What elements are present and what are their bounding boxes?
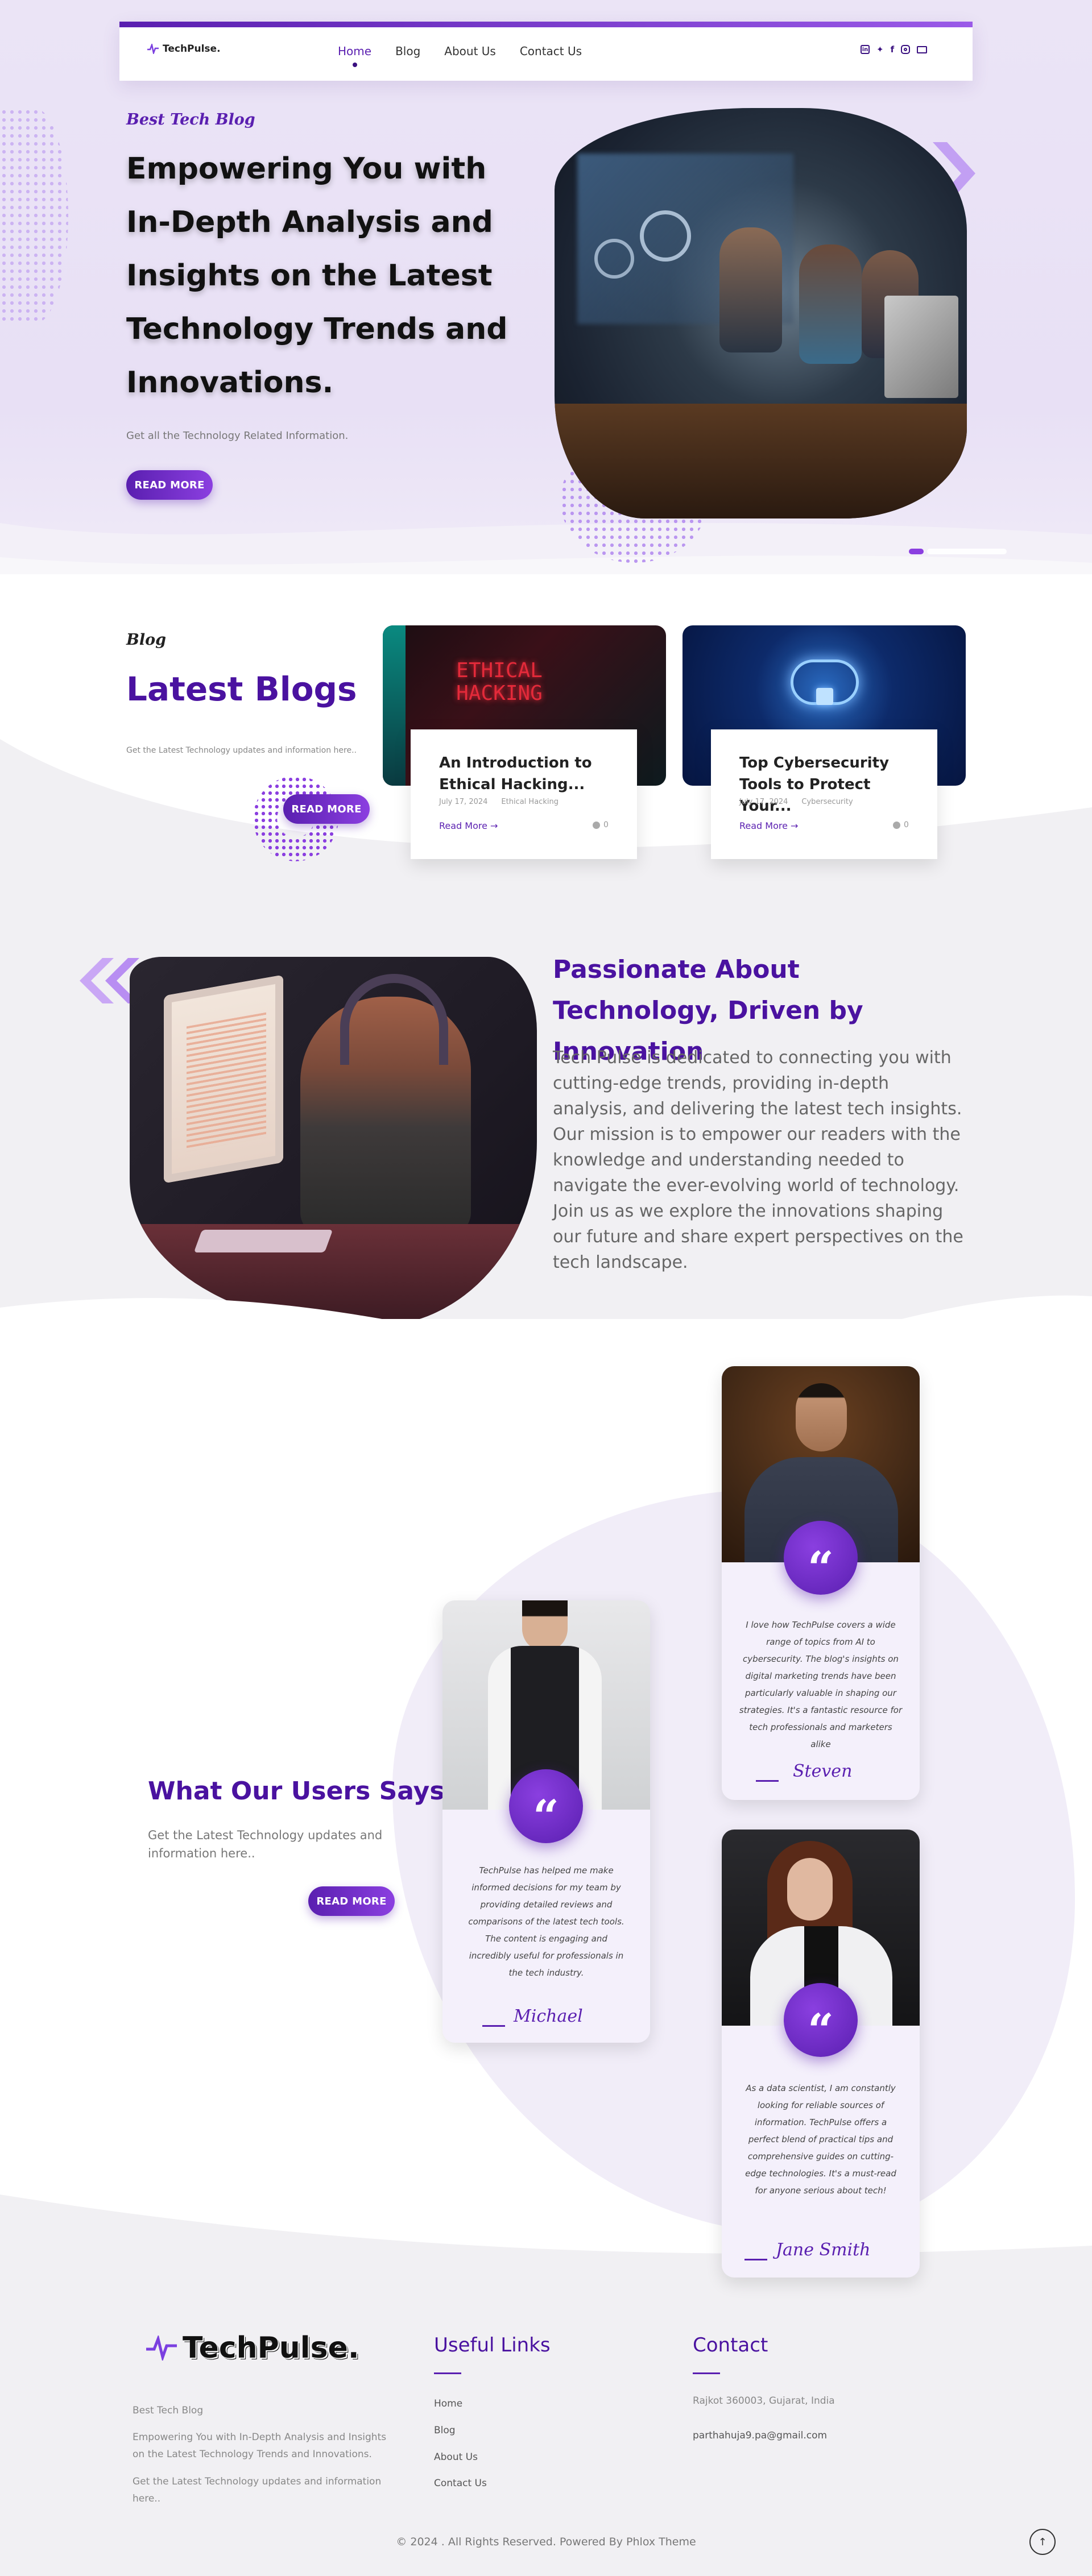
- linkedin-icon[interactable]: in: [861, 45, 870, 54]
- footer-link-contact-us[interactable]: Contact Us: [434, 2478, 487, 2489]
- instagram-icon[interactable]: [901, 45, 911, 54]
- jane-face: [787, 1858, 833, 1920]
- footer-email[interactable]: parthahuja9.pa@gmail.com: [693, 2430, 827, 2441]
- footer-link-about-us[interactable]: About Us: [434, 2451, 478, 2463]
- hero-read-more-button[interactable]: READ MORE: [126, 470, 213, 500]
- logo-pulse-icon: [147, 44, 159, 54]
- hero-image-person-1: [719, 227, 782, 352]
- testimonial-steven-name: Steven: [793, 1761, 853, 1781]
- blog-post-1-category[interactable]: Ethical Hacking: [501, 798, 559, 806]
- testimonials-subtext: Get the Latest Technology updates and in…: [148, 1828, 383, 1860]
- hero-image-desk: [555, 404, 967, 518]
- site-header: TechPulse. Home Blog About Us Contact Us…: [119, 22, 973, 81]
- blog-post-2-comments[interactable]: 0: [893, 820, 909, 829]
- hero-image-circle-2: [594, 239, 634, 279]
- testimonial-jane-smith-text: As a data scientist, I am constantly loo…: [745, 2083, 896, 2196]
- testimonials-read-more-button[interactable]: READ MORE: [308, 1886, 395, 1916]
- testimonials-bottom-wave: [0, 2195, 1092, 2308]
- hero-image: [555, 108, 967, 518]
- blog-post-1-comments[interactable]: 0: [593, 820, 609, 829]
- blog-post-2-read-more[interactable]: Read More →: [739, 820, 798, 831]
- about-body: Tech Pulse is dedicated to connecting yo…: [553, 1048, 963, 1272]
- footer-link-home[interactable]: Home: [434, 2398, 462, 2409]
- about-illustration-code: [187, 1012, 266, 1152]
- about-illustration-keyboard: [193, 1230, 333, 1252]
- blog-post-1-title[interactable]: An Introduction to Ethical Hacking...: [439, 752, 610, 795]
- logo-text: TechPulse.: [163, 43, 221, 55]
- footer-useful-links-title: Useful Links: [434, 2334, 551, 2357]
- hero-image-person-2: [799, 244, 862, 364]
- footer-logo-text: TechPulse.: [183, 2331, 359, 2365]
- testimonial-michael-quote-icon: “: [509, 1769, 583, 1843]
- testimonial-jane-smith-line: [744, 2259, 767, 2260]
- lock-body: [816, 688, 833, 705]
- main-nav: Home Blog About Us Contact Us: [338, 44, 582, 67]
- testimonial-steven-text: I love how TechPulse covers a wide range…: [739, 1620, 903, 1749]
- blog-read-more-button[interactable]: READ MORE: [283, 794, 370, 824]
- blog-post-1-comment-count: 0: [603, 820, 609, 829]
- footer-useful-links-underline: [434, 2372, 461, 2374]
- comment-icon: [893, 821, 900, 829]
- hero-image-circle-1: [640, 210, 691, 262]
- twitter-icon[interactable]: ✦: [876, 44, 884, 55]
- email-icon[interactable]: [917, 45, 928, 53]
- steven-head: [796, 1383, 847, 1451]
- header-accent-bar: [119, 22, 973, 27]
- footer-about-line-2: Empowering You with In-Depth Analysis an…: [133, 2432, 387, 2460]
- blog-subtext: Get the Latest Technology updates and in…: [126, 746, 357, 755]
- testimonial-jane-smith-quote-icon: “: [784, 1983, 858, 2057]
- footer-logo[interactable]: TechPulse.: [145, 2331, 359, 2365]
- site-logo[interactable]: TechPulse.: [147, 43, 221, 55]
- testimonial-steven-quote-icon: “: [784, 1521, 858, 1595]
- social-links: in ✦ f: [861, 44, 928, 55]
- footer-copyright: © 2024 . All Rights Reserved. Powered By…: [396, 2536, 696, 2548]
- nav-home[interactable]: Home: [338, 44, 371, 67]
- nav-about-us[interactable]: About Us: [444, 44, 496, 58]
- blog-post-1-image-stripe: [383, 625, 406, 786]
- nav-active-dot: [352, 63, 357, 67]
- testimonial-michael-text: TechPulse has helped me make informed de…: [468, 1865, 624, 1978]
- testimonial-jane-smith-name: Jane Smith: [776, 2240, 871, 2260]
- hero-subtext: Get all the Technology Related Informati…: [126, 430, 349, 442]
- blog-post-2-card[interactable]: Top Cybersecurity Tools to Protect Your.…: [711, 729, 937, 859]
- hero-image-monitor: [884, 296, 958, 398]
- blog-post-1-card[interactable]: An Introduction to Ethical Hacking... Ju…: [411, 729, 637, 859]
- comment-icon: [593, 821, 600, 829]
- footer-about-line-1: Best Tech Blog: [133, 2405, 204, 2416]
- testimonial-steven-line: [756, 1780, 779, 1782]
- nav-contact-us[interactable]: Contact Us: [520, 44, 582, 58]
- footer-address: Rajkot 360003, Gujarat, India: [693, 2395, 835, 2407]
- testimonial-michael-line: [482, 2025, 505, 2027]
- back-to-top-button[interactable]: ↑: [1029, 2529, 1056, 2555]
- hero-slider-track: [927, 549, 1007, 554]
- hero-dot-pattern-left: [0, 108, 68, 324]
- testimonials-title: What Our Users Says: [148, 1777, 445, 1806]
- footer-contact-title: Contact: [693, 2334, 768, 2357]
- hero-slider-dot-active[interactable]: [909, 549, 924, 554]
- blog-post-1-image-text: ETHICAL HACKING: [456, 659, 543, 705]
- nav-blog[interactable]: Blog: [395, 44, 420, 58]
- michael-head: [522, 1600, 568, 1652]
- blog-post-2-meta: July 17, 2024 Cybersecurity: [739, 798, 853, 806]
- blog-post-2-category[interactable]: Cybersecurity: [801, 798, 853, 806]
- blog-post-1-meta: July 17, 2024 Ethical Hacking: [439, 798, 559, 806]
- hero-headline: Empowering You with In-Depth Analysis an…: [126, 152, 508, 400]
- facebook-icon[interactable]: f: [891, 44, 895, 55]
- blog-post-1-read-more[interactable]: Read More →: [439, 820, 498, 831]
- footer-contact-underline: [693, 2372, 720, 2374]
- about-illustration-headphones: [340, 974, 448, 1065]
- blog-post-2-comment-count: 0: [904, 820, 909, 829]
- blog-post-2-date: July 17, 2024: [739, 798, 788, 806]
- footer-about-line-3: Get the Latest Technology updates and in…: [133, 2476, 382, 2504]
- testimonials-top-wave: [0, 1295, 1092, 1376]
- hero-kicker: Best Tech Blog: [126, 111, 255, 128]
- blog-post-1-date: July 17, 2024: [439, 798, 488, 806]
- footer-link-blog[interactable]: Blog: [434, 2425, 456, 2436]
- blog-title: Latest Blogs: [126, 670, 357, 708]
- footer-logo-pulse-icon: [146, 2336, 177, 2361]
- blog-post-2-title[interactable]: Top Cybersecurity Tools to Protect Your.…: [739, 752, 910, 817]
- testimonial-michael-name: Michael: [514, 2006, 583, 2026]
- arrow-up-icon: ↑: [1038, 2536, 1047, 2548]
- blog-kicker: Blog: [126, 631, 166, 649]
